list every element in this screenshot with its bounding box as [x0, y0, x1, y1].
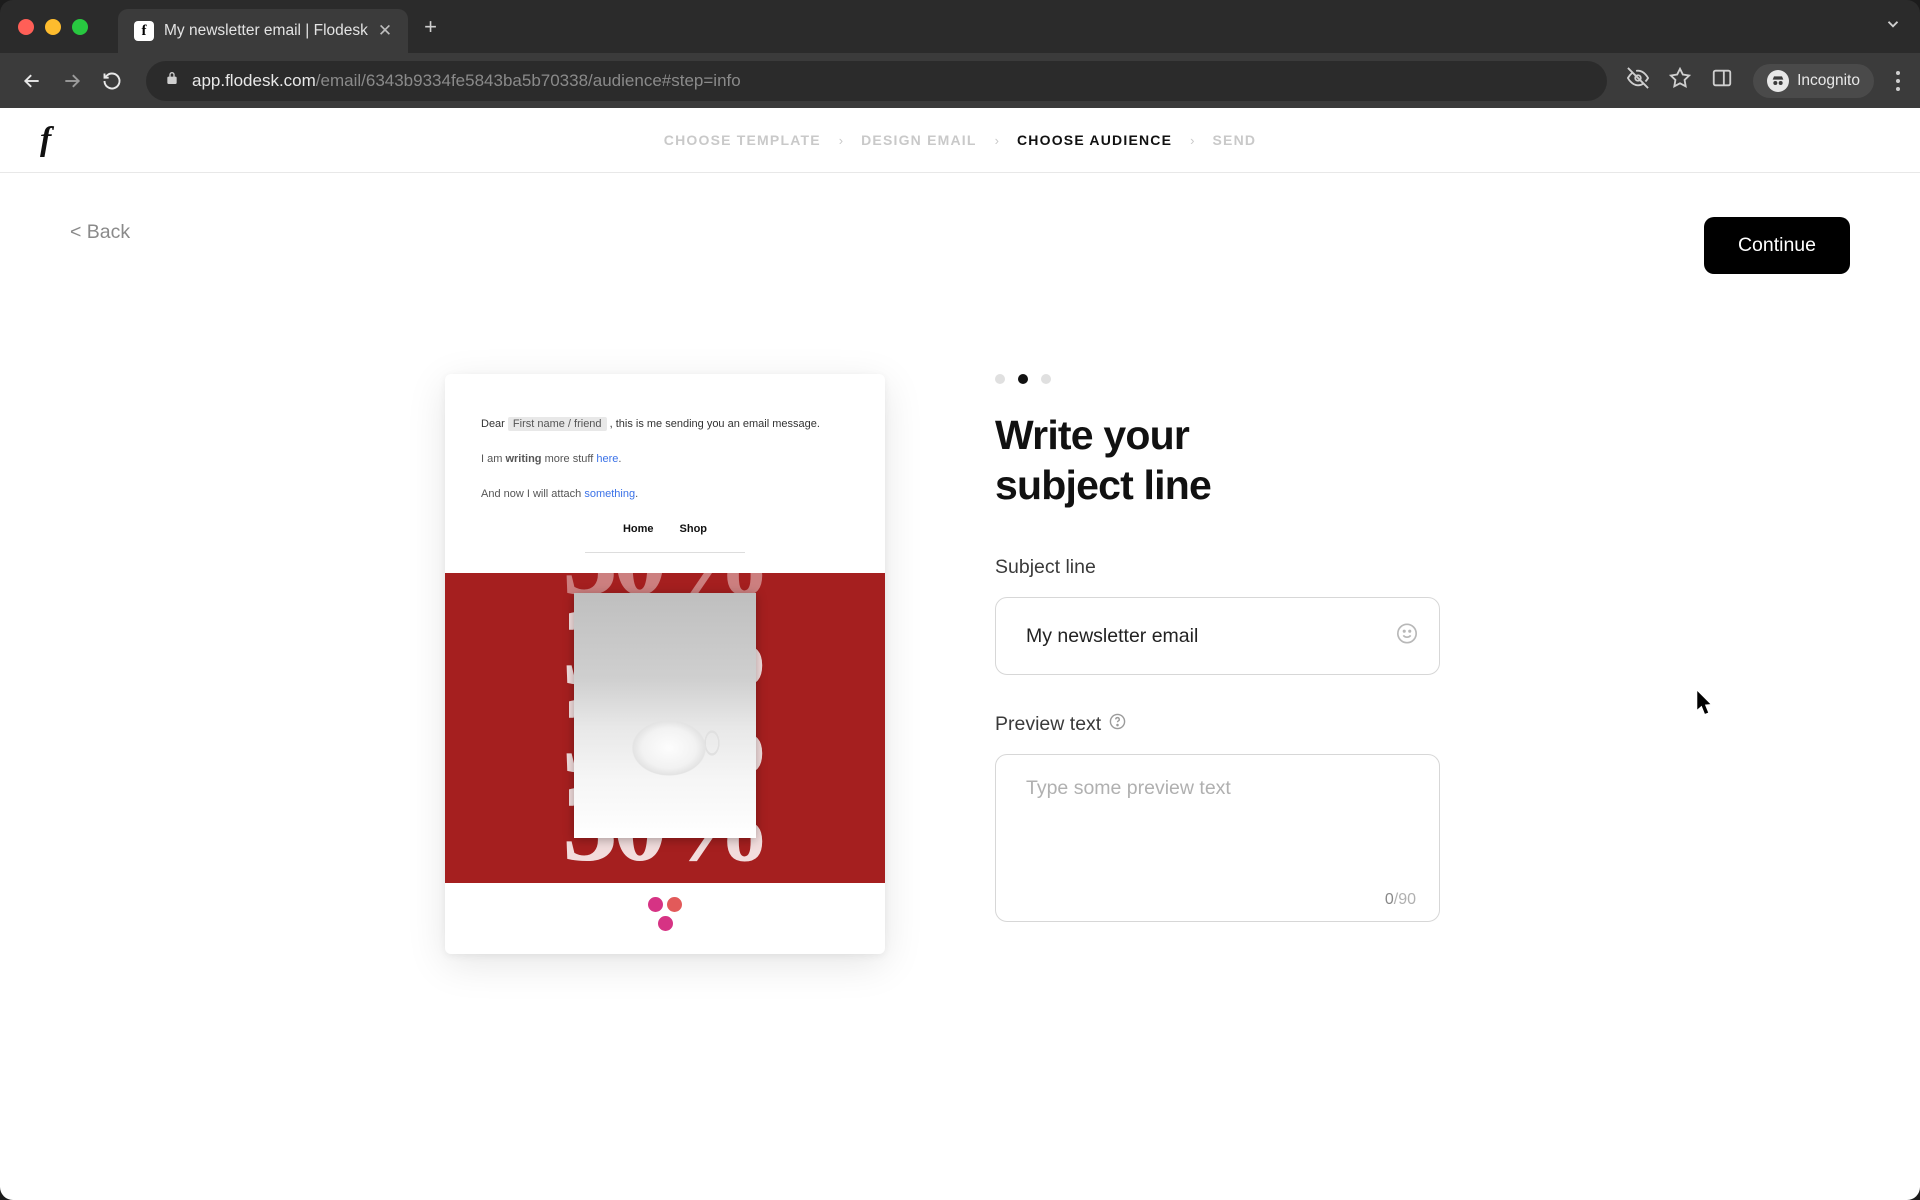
help-icon[interactable]: [1109, 713, 1126, 736]
tab-title: My newsletter email | Flodesk: [164, 22, 368, 40]
toolbar-right: Incognito: [1627, 64, 1902, 98]
logo-dot: [667, 897, 682, 912]
reload-button[interactable]: [98, 67, 126, 95]
incognito-badge[interactable]: Incognito: [1753, 64, 1874, 98]
step-sep-icon: ›: [839, 133, 843, 148]
titlebar: f My newsletter email | Flodesk ✕ +: [0, 0, 1920, 53]
tab-close-icon[interactable]: ✕: [378, 21, 392, 41]
lock-icon: [164, 70, 180, 91]
preview-footer-logo: [645, 897, 685, 931]
emoji-picker-icon[interactable]: [1396, 623, 1418, 650]
tabs-overflow-icon[interactable]: [1884, 15, 1902, 38]
browser-toolbar: app.flodesk.com/email/6343b9334fe5843ba5…: [0, 53, 1920, 108]
step-dot-active[interactable]: [1018, 374, 1028, 384]
step-design-email[interactable]: DESIGN EMAIL: [861, 132, 977, 148]
window-close-button[interactable]: [18, 19, 34, 35]
browser-chrome: f My newsletter email | Flodesk ✕ + app.…: [0, 0, 1920, 108]
preview-text-input[interactable]: [995, 754, 1440, 922]
flodesk-logo[interactable]: f: [40, 121, 51, 159]
email-preview-card: Dear First name / friend , this is me se…: [445, 374, 885, 954]
preview-nav: Home Shop: [481, 519, 849, 540]
forward-button[interactable]: [58, 67, 86, 95]
step-dot[interactable]: [995, 374, 1005, 384]
subject-label: Subject line: [995, 556, 1440, 579]
step-dot[interactable]: [1041, 374, 1051, 384]
char-count: 0/90: [1385, 891, 1416, 909]
preview-hero: 30% 30% 30% 30%: [445, 573, 885, 883]
step-sep-icon: ›: [1190, 133, 1194, 148]
subject-input-wrap: [995, 597, 1440, 675]
preview-text-wrap: 0/90: [995, 754, 1440, 927]
incognito-label: Incognito: [1797, 72, 1860, 90]
step-send[interactable]: SEND: [1213, 132, 1257, 148]
preview-divider: [585, 552, 745, 553]
merge-tag-firstname: First name / friend: [508, 417, 607, 431]
incognito-icon: [1767, 70, 1789, 92]
subject-input[interactable]: [995, 597, 1440, 675]
browser-tab[interactable]: f My newsletter email | Flodesk ✕: [118, 9, 408, 53]
preview-nav-home: Home: [623, 519, 654, 540]
window-minimize-button[interactable]: [45, 19, 61, 35]
app-viewport: f CHOOSE TEMPLATE › DESIGN EMAIL › CHOOS…: [0, 108, 1920, 1200]
step-dots: [995, 374, 1440, 384]
address-bar[interactable]: app.flodesk.com/email/6343b9334fe5843ba5…: [146, 61, 1607, 101]
content: Dear First name / friend , this is me se…: [445, 374, 1850, 954]
favicon-icon: f: [134, 21, 154, 41]
more-menu-icon[interactable]: [1894, 67, 1902, 95]
window-maximize-button[interactable]: [72, 19, 88, 35]
preview-line-1: Dear First name / friend , this is me se…: [481, 414, 849, 435]
form-panel: Write your subject line Subject line Pre…: [995, 374, 1440, 954]
app-nav: f CHOOSE TEMPLATE › DESIGN EMAIL › CHOOS…: [0, 108, 1920, 173]
page-body: < Back Continue Dear First name / friend…: [0, 173, 1920, 954]
step-choose-template[interactable]: CHOOSE TEMPLATE: [664, 132, 821, 148]
url-text: app.flodesk.com/email/6343b9334fe5843ba5…: [192, 71, 741, 91]
step-choose-audience[interactable]: CHOOSE AUDIENCE: [1017, 132, 1172, 148]
eye-off-icon[interactable]: [1627, 67, 1649, 94]
product-image: [574, 593, 756, 838]
preview-line-3: And now I will attach something.: [481, 484, 849, 505]
back-button[interactable]: [18, 67, 46, 95]
star-icon[interactable]: [1669, 67, 1691, 94]
preview-nav-shop: Shop: [680, 519, 708, 540]
url-host: app.flodesk.com: [192, 71, 316, 90]
url-path: /email/6343b9334fe5843ba5b70338/audience…: [316, 71, 741, 90]
logo-dot: [648, 897, 663, 912]
panel-icon[interactable]: [1711, 67, 1733, 94]
continue-button[interactable]: Continue: [1704, 217, 1850, 274]
logo-dot: [658, 916, 673, 931]
step-sep-icon: ›: [995, 133, 999, 148]
preview-body: Dear First name / friend , this is me se…: [445, 374, 885, 553]
page-title: Write your subject line: [995, 410, 1440, 510]
preview-line-2: I am writing more stuff here.: [481, 449, 849, 470]
back-link[interactable]: < Back: [70, 221, 130, 243]
progress-steps: CHOOSE TEMPLATE › DESIGN EMAIL › CHOOSE …: [664, 132, 1256, 148]
window-controls: [18, 19, 88, 35]
new-tab-button[interactable]: +: [424, 14, 437, 40]
preview-text-label: Preview text: [995, 713, 1440, 736]
